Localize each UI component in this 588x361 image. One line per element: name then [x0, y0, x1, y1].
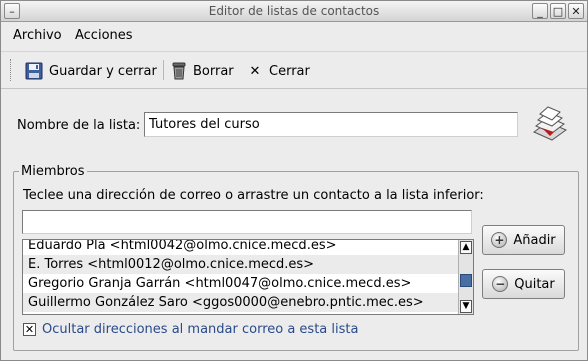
scroll-down-button[interactable]: ▼: [460, 300, 472, 313]
toolbar-separator: [163, 60, 164, 80]
toolbar-grip[interactable]: [10, 59, 13, 81]
email-input[interactable]: [22, 210, 472, 234]
close-button[interactable]: ✕ Cerrar: [247, 58, 310, 84]
maximize-button[interactable]: □: [550, 3, 566, 19]
close-label: Cerrar: [269, 63, 310, 79]
remove-button[interactable]: − Quitar: [482, 269, 565, 299]
add-button[interactable]: + Añadir: [482, 225, 565, 255]
arrow-down-icon: ▼: [462, 301, 470, 311]
hide-addresses-label[interactable]: Ocultar direcciones al mandar correo a e…: [42, 322, 358, 337]
close-icon: ✕: [571, 4, 581, 18]
hide-addresses-checkbox[interactable]: ✕: [23, 323, 36, 336]
menu-bar: Archivo Acciones: [1, 23, 587, 48]
minimize-button[interactable]: _: [532, 3, 548, 19]
members-list[interactable]: Eduardo Pla <html0042@olmo.cnice.mecd.es…: [22, 239, 474, 315]
title-bar[interactable]: – Editor de listas de contactos _ □ ✕: [1, 1, 587, 22]
toolbar: Guardar y cerrar Borrar ✕ Cerrar: [1, 51, 587, 89]
list-item[interactable]: Guillermo González Saro <ggos0000@enebro…: [23, 293, 459, 312]
trash-icon: [172, 62, 186, 80]
save-and-close-label: Guardar y cerrar: [49, 63, 157, 79]
plus-icon: +: [491, 232, 508, 248]
list-item[interactable]: Eduardo Pla <html0042@olmo.cnice.mecd.es…: [23, 240, 459, 255]
scroll-thumb[interactable]: [460, 274, 472, 287]
delete-label: Borrar: [193, 63, 234, 79]
minimize-icon: _: [537, 4, 543, 18]
members-rows: Eduardo Pla <html0042@olmo.cnice.mecd.es…: [23, 240, 459, 312]
contact-list-editor-window: – Editor de listas de contactos _ □ ✕ Ar…: [0, 0, 588, 361]
list-item[interactable]: Gregorio Granja Garrán <html0047@olmo.cn…: [23, 274, 459, 293]
instructions-label: Teclee una dirección de correo o arrastr…: [23, 188, 484, 203]
remove-label: Quitar: [514, 276, 555, 292]
delete-button[interactable]: Borrar: [171, 58, 234, 84]
close-x-icon: ✕: [249, 63, 261, 79]
list-name-label: Nombre de la lista:: [17, 118, 141, 133]
arrow-up-icon: ▲: [462, 242, 470, 252]
members-legend: Miembros: [19, 164, 87, 179]
list-scrollbar[interactable]: ▲ ▼: [458, 240, 473, 314]
add-label: Añadir: [513, 232, 556, 248]
save-and-close-button[interactable]: Guardar y cerrar: [25, 58, 157, 84]
scroll-up-button[interactable]: ▲: [460, 241, 472, 254]
minus-icon: −: [492, 276, 509, 292]
contact-list-icon: [532, 106, 568, 141]
menu-acciones[interactable]: Acciones: [75, 28, 133, 43]
maximize-icon: □: [552, 4, 564, 18]
floppy-disk-icon: [25, 62, 43, 80]
close-window-button[interactable]: ✕: [568, 3, 584, 19]
list-item[interactable]: E. Torres <html0012@olmo.cnice.mecd.es>: [23, 255, 459, 274]
window-title: Editor de listas de contactos: [208, 4, 380, 18]
list-name-input[interactable]: [144, 112, 518, 137]
menu-archivo[interactable]: Archivo: [13, 28, 62, 43]
